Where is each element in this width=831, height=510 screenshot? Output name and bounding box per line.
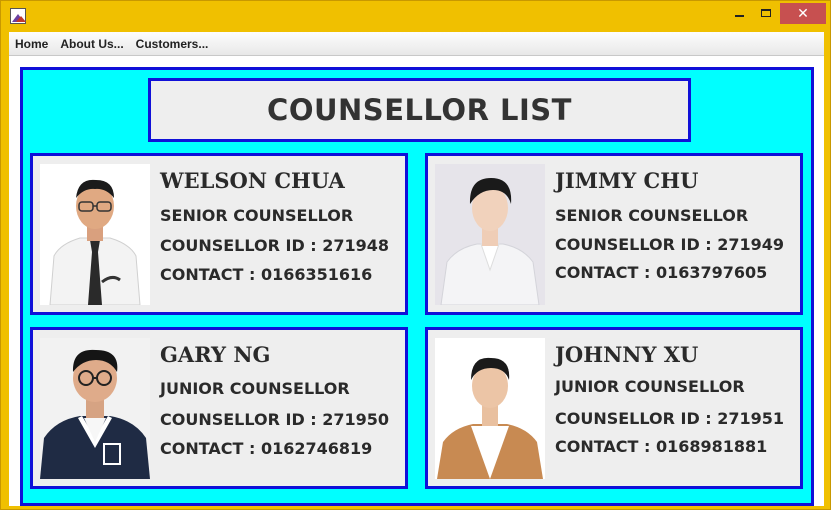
counsellor-id: COUNSELLOR ID : 271948 [160,236,390,255]
counsellor-photo [435,164,545,305]
counsellor-photo [40,338,150,479]
counsellor-name: JOHNNY XU [555,342,699,367]
menu-home[interactable]: Home [9,32,54,56]
counsellor-id: COUNSELLOR ID : 271951 [555,409,785,428]
app-icon [10,8,26,24]
counsellor-card: WELSON CHUA SENIOR COUNSELLOR COUNSELLOR… [30,153,408,315]
counsellor-role: SENIOR COUNSELLOR [160,206,354,225]
counsellor-contact: CONTACT : 0162746819 [160,439,373,458]
menu-bar: Home About Us... Customers... [9,32,824,56]
counsellor-contact: CONTACT : 0163797605 [555,263,768,282]
close-icon: ✕ [797,5,809,22]
minimize-button[interactable] [726,3,752,23]
menu-about-us[interactable]: About Us... [54,32,129,56]
title-box: COUNSELLOR LIST [148,78,691,142]
counsellor-photo [40,164,150,305]
title-bar[interactable]: ✕ [1,1,831,32]
close-button[interactable]: ✕ [780,3,826,24]
counsellor-card: JOHNNY XU JUNIOR COUNSELLOR COUNSELLOR I… [425,327,803,489]
content-area: COUNSELLOR LIST WELSON CHUA SENIOR COUNS… [9,56,824,506]
counsellor-role: JUNIOR COUNSELLOR [160,379,350,398]
counsellor-photo [435,338,545,479]
maximize-button[interactable] [753,3,779,23]
counsellor-name: WELSON CHUA [160,168,345,193]
counsellor-contact: CONTACT : 0168981881 [555,437,768,456]
counsellor-contact: CONTACT : 0166351616 [160,265,373,284]
counsellor-panel: COUNSELLOR LIST WELSON CHUA SENIOR COUNS… [20,67,814,506]
minimize-icon [734,15,744,17]
counsellor-role: JUNIOR COUNSELLOR [555,377,745,396]
counsellor-card: GARY NG JUNIOR COUNSELLOR COUNSELLOR ID … [30,327,408,489]
menu-customers[interactable]: Customers... [130,32,215,56]
counsellor-name: GARY NG [160,342,271,367]
counsellor-id: COUNSELLOR ID : 271950 [160,410,390,429]
maximize-icon [761,9,771,17]
counsellor-id: COUNSELLOR ID : 271949 [555,235,785,254]
page-title: COUNSELLOR LIST [267,93,572,127]
app-window: ✕ Home About Us... Customers... COUNSELL… [0,0,831,510]
counsellor-role: SENIOR COUNSELLOR [555,206,749,225]
counsellor-card: JIMMY CHU SENIOR COUNSELLOR COUNSELLOR I… [425,153,803,315]
counsellor-name: JIMMY CHU [555,168,699,193]
